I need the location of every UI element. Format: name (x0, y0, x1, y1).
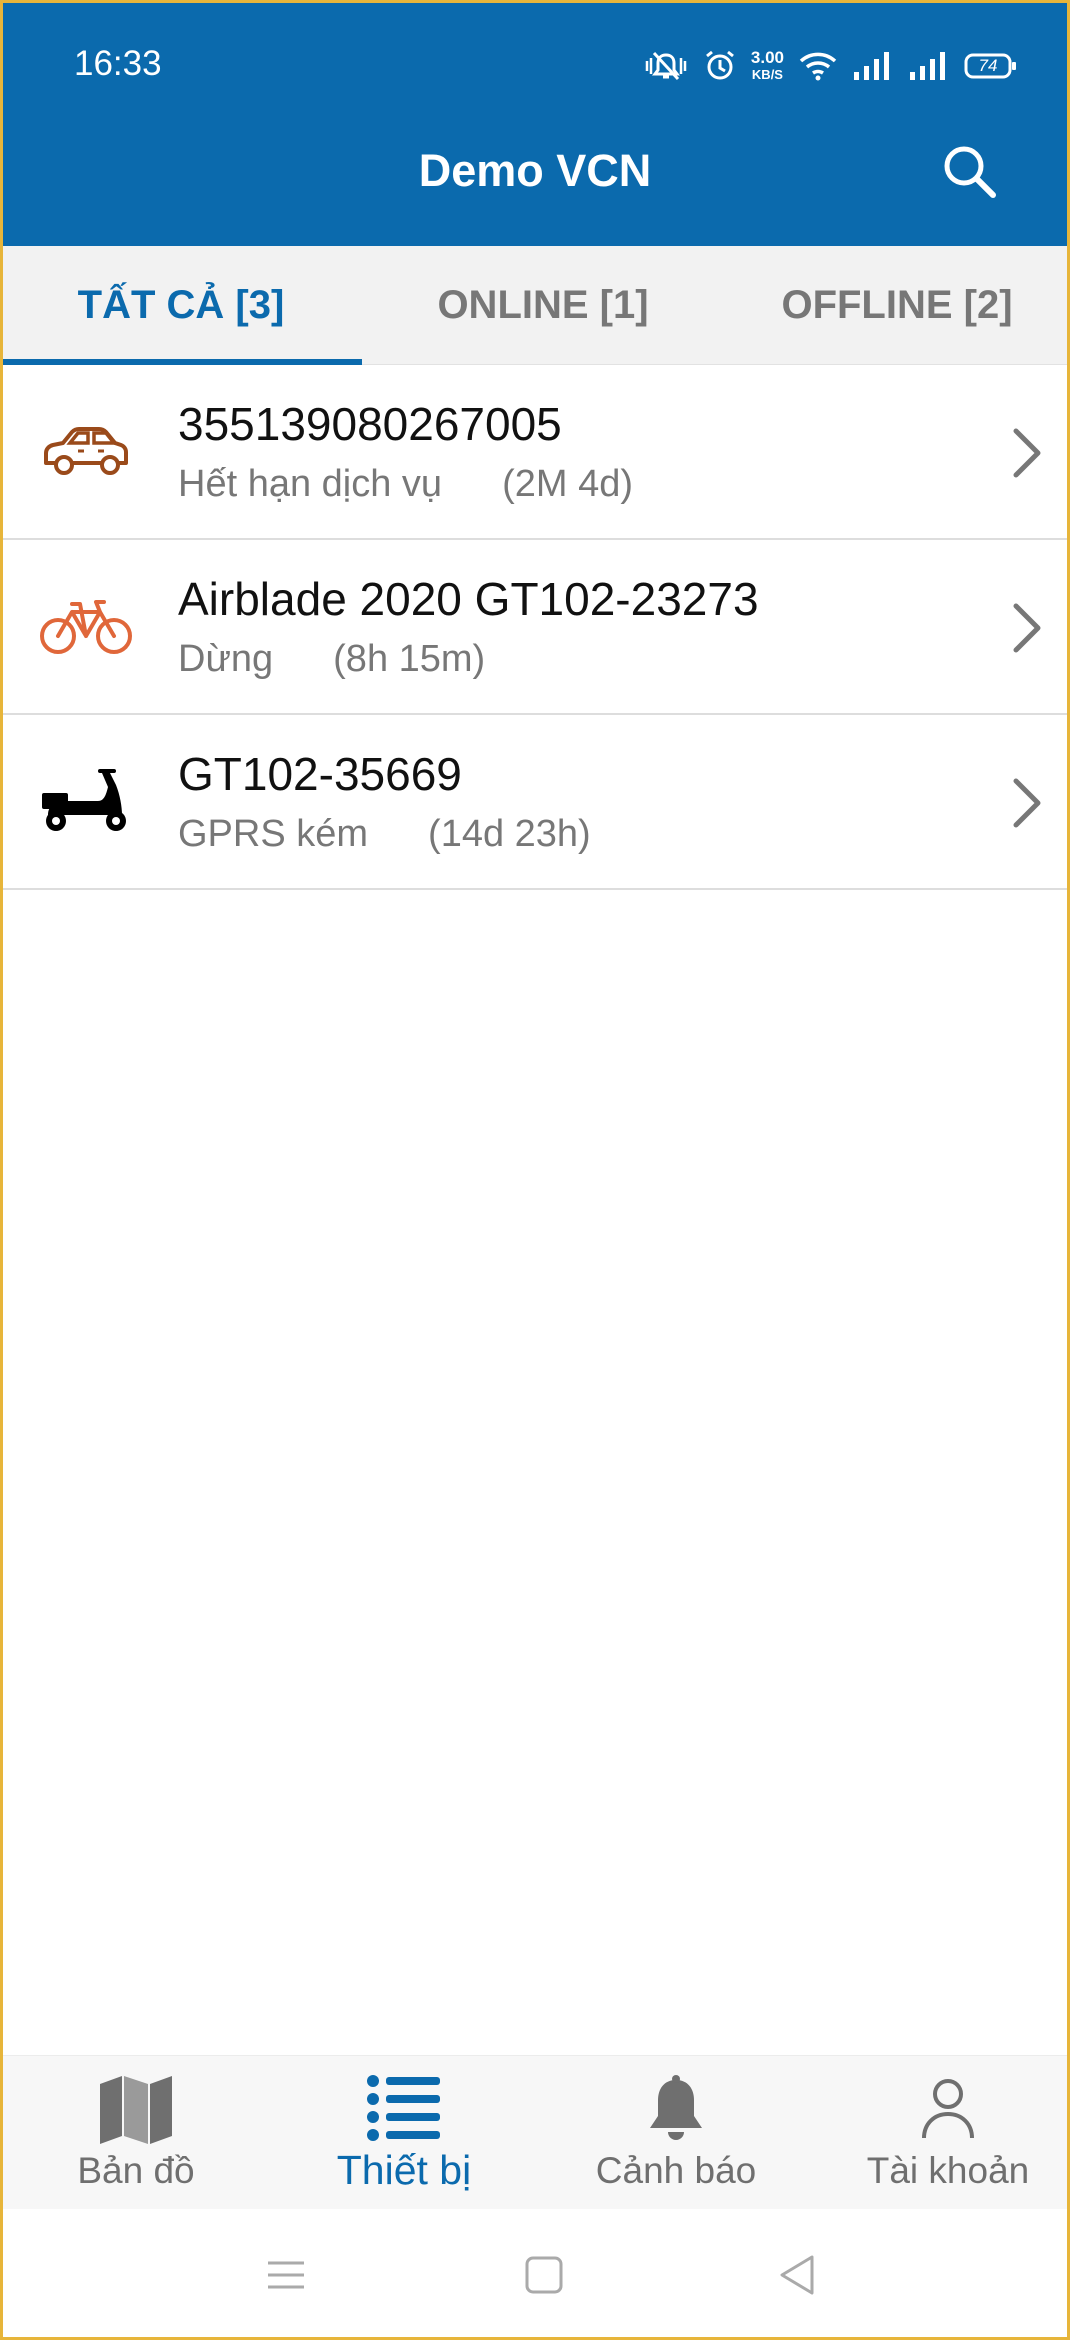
alarm-icon (703, 49, 737, 83)
nav-account-label: Tài khoản (866, 2150, 1030, 2191)
system-navigation-bar (0, 2209, 1070, 2340)
bell-icon (650, 2075, 702, 2140)
tab-all[interactable]: TẤT CẢ [3] (0, 246, 362, 365)
chevron-right-icon (1013, 603, 1041, 653)
net-speed-value: 3.00 (750, 48, 784, 67)
nav-devices[interactable]: Thiết bị (270, 2056, 538, 2210)
scooter-icon (42, 769, 126, 831)
tab-offline[interactable]: OFFLINE [2] (724, 246, 1070, 364)
chevron-right-icon (1013, 778, 1041, 828)
home-icon[interactable] (522, 2253, 566, 2297)
status-time: 16:33 (74, 44, 162, 83)
device-status-text: GPRS kém (178, 813, 369, 855)
nav-alerts-label: Cảnh báo (595, 2150, 757, 2191)
bottom-navigation: Bản đồ Thiết bị Cảnh báo Tài khoản (0, 2055, 1070, 2210)
list-item[interactable]: 355139080267005 Hết hạn dịch vụ (2M 4d) (0, 365, 1070, 540)
search-icon (944, 146, 996, 198)
battery-icon: 74 (964, 52, 1018, 80)
device-name: Airblade 2020 GT102-23273 (178, 573, 759, 625)
menu-icon[interactable] (264, 2253, 308, 2297)
device-duration: (8h 15m) (333, 638, 486, 680)
device-status: GPRS kém (14d 23h) (178, 813, 591, 856)
nav-map-label: Bản đồ (77, 2150, 195, 2191)
device-duration: (2M 4d) (502, 463, 633, 505)
chevron-right-icon (1013, 428, 1041, 478)
net-speed-unit: KB/S (751, 67, 783, 82)
signal-icon (908, 50, 950, 82)
tab-online[interactable]: ONLINE [1] (362, 246, 724, 364)
battery-level: 74 (978, 56, 998, 75)
list-item[interactable]: Airblade 2020 GT102-23273 Dừng (8h 15m) (0, 540, 1070, 715)
bicycle-icon (40, 600, 132, 654)
map-icon (100, 2076, 172, 2144)
device-duration: (14d 23h) (428, 813, 591, 855)
device-name: GT102-35669 (178, 748, 462, 800)
net-speed: 3.00 KB/S (751, 49, 784, 83)
list-icon (367, 2075, 440, 2141)
status-bar: 16:33 3.00 KB/S 74 (0, 0, 1070, 97)
device-name: 355139080267005 (178, 398, 562, 450)
tab-online-label: ONLINE [1] (437, 282, 649, 327)
search-button[interactable] (940, 142, 1000, 202)
tab-offline-label: OFFLINE [2] (781, 282, 1013, 327)
back-icon[interactable] (776, 2253, 820, 2297)
status-icons: 3.00 KB/S 74 (643, 44, 1018, 88)
wifi-icon (798, 50, 838, 82)
car-icon (44, 427, 128, 475)
device-list: 355139080267005 Hết hạn dịch vụ (2M 4d) A… (0, 365, 1070, 890)
device-status: Hết hạn dịch vụ (2M 4d) (178, 463, 633, 506)
nav-account[interactable]: Tài khoản (814, 2056, 1070, 2210)
nav-devices-label: Thiết bị (336, 2147, 472, 2193)
nav-alerts[interactable]: Cảnh báo (542, 2056, 810, 2210)
page-title: Demo VCN (418, 145, 652, 196)
filter-tabs: TẤT CẢ [3] ONLINE [1] OFFLINE [2] (0, 246, 1070, 365)
app-bar: Demo VCN (0, 97, 1070, 246)
device-status-text: Dừng (178, 638, 274, 680)
device-status: Dừng (8h 15m) (178, 638, 485, 681)
mute-vibrate-icon (643, 49, 689, 83)
nav-map[interactable]: Bản đồ (2, 2056, 270, 2210)
tab-all-label: TẤT CẢ [3] (77, 282, 285, 327)
user-icon (922, 2079, 974, 2139)
list-item[interactable]: GT102-35669 GPRS kém (14d 23h) (0, 715, 1070, 890)
device-status-text: Hết hạn dịch vụ (178, 463, 443, 505)
signal-icon (852, 50, 894, 82)
